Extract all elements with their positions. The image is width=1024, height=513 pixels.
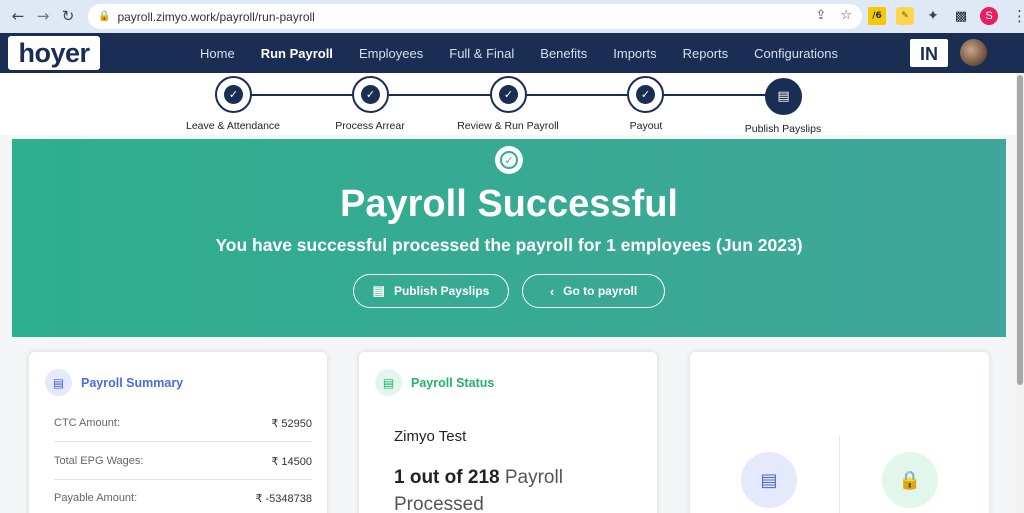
summary-value: ₹ 14500 [271, 456, 312, 468]
reload-icon[interactable]: ↻ [57, 5, 79, 27]
summary-label: Payable Amount: [54, 492, 138, 504]
step-publish-payslips[interactable]: ▤ [765, 78, 802, 115]
success-check-icon: ✓ [495, 146, 523, 174]
forward-arrow-icon[interactable]: → [32, 5, 54, 27]
payroll-summary-card: ▤ Payroll Summary CTC Amount: ₹ 52950 To… [29, 352, 327, 513]
nav-employees[interactable]: Employees [359, 46, 423, 61]
extension-note-icon[interactable]: ✎ [896, 7, 914, 25]
bookmark-star-icon[interactable]: ☆ [840, 8, 852, 23]
payroll-status-card: ▤ Payroll Status Zimyo Test 1 out of 218… [359, 352, 657, 513]
back-arrow-icon[interactable]: ← [7, 5, 29, 27]
extension-icon[interactable]: /6 [868, 7, 886, 25]
share-icon[interactable]: ⇪ [815, 8, 826, 23]
card-title: Payroll Summary [81, 375, 184, 390]
banner-title: Payroll Successful [340, 183, 678, 225]
nav-full-final[interactable]: Full & Final [449, 46, 514, 61]
scrollbar-thumb[interactable] [1017, 75, 1023, 385]
processed-count: 1 out of 218 Payroll Processed [394, 465, 614, 513]
country-flag-icon[interactable]: IN [910, 39, 948, 67]
step-review-run-payroll[interactable]: ✓ [490, 76, 527, 113]
card-title: Payroll Status [411, 375, 495, 390]
step-connector [663, 94, 767, 96]
step-connector [388, 94, 492, 96]
document-icon[interactable]: ▤ [741, 452, 797, 508]
publish-payslips-button[interactable]: ▤ Publish Payslips [353, 274, 509, 308]
lock-icon: 🔒 [98, 11, 111, 22]
check-icon: ✓ [499, 85, 518, 104]
profile-avatar[interactable]: S [980, 7, 998, 25]
summary-row: Payable Amount: ₹ -5348738 [54, 492, 312, 505]
divider [54, 479, 312, 480]
step-label: Leave & Attendance [186, 120, 280, 132]
summary-label: Total EPG Wages: [54, 455, 144, 467]
page-scrollbar[interactable] [1016, 73, 1024, 513]
step-label: Publish Payslips [744, 123, 822, 135]
success-banner: ✓ Payroll Successful You have successful… [12, 139, 1006, 337]
address-bar[interactable]: 🔒 payroll.zimyo.work/payroll/run-payroll… [88, 4, 862, 29]
organization-name: Zimyo Test [394, 428, 467, 445]
step-connector [526, 94, 630, 96]
lock-icon[interactable]: 🔒 [882, 452, 938, 508]
payslip-icon: ▤ [372, 283, 385, 298]
step-payout[interactable]: ✓ [627, 76, 664, 113]
nav-imports[interactable]: Imports [613, 46, 656, 61]
nav-benefits[interactable]: Benefits [540, 46, 587, 61]
browser-menu-icon[interactable]: ⋮ [1012, 7, 1024, 25]
check-icon: ✓ [361, 85, 380, 104]
step-leave-attendance[interactable]: ✓ [215, 76, 252, 113]
summary-document-icon: ▤ [45, 369, 72, 396]
chevron-left-icon: ‹ [549, 283, 555, 299]
nav-run-payroll[interactable]: Run Payroll [261, 46, 333, 61]
step-label: Process Arrear [335, 120, 405, 132]
nav-configurations[interactable]: Configurations [754, 46, 838, 61]
user-avatar[interactable] [960, 39, 987, 66]
banner-subtitle: You have successful processed the payrol… [215, 235, 803, 255]
check-icon: ✓ [224, 85, 243, 104]
nav-reports[interactable]: Reports [683, 46, 729, 61]
payroll-stepper: ✓ ✓ ✓ ✓ ▤ Leave & Attendance Process Arr… [0, 73, 1016, 135]
step-label: Review & Run Payroll [457, 120, 559, 132]
go-to-payroll-label: Go to payroll [563, 284, 638, 298]
processed-count-value: 1 out of 218 [394, 467, 500, 488]
status-document-icon: ▤ [375, 369, 402, 396]
publish-payslips-label: Publish Payslips [393, 284, 490, 298]
browser-toolbar: ← → ↻ 🔒 payroll.zimyo.work/payroll/run-p… [0, 0, 1024, 33]
divider [839, 436, 840, 513]
app-header: hoyer Home Run Payroll Employees Full & … [0, 33, 1024, 73]
nav-home[interactable]: Home [200, 46, 235, 61]
app-logo[interactable]: hoyer [8, 36, 100, 70]
puzzle-extensions-icon[interactable]: ✦ [924, 7, 942, 25]
summary-label: CTC Amount: [54, 417, 121, 429]
go-to-payroll-button[interactable]: ‹ Go to payroll [522, 274, 665, 308]
side-panel-icon[interactable]: ▩ [952, 7, 970, 25]
divider [54, 441, 312, 442]
step-process-arrear[interactable]: ✓ [352, 76, 389, 113]
main-nav: Home Run Payroll Employees Full & Final … [200, 33, 864, 73]
payslip-icon: ▤ [777, 89, 790, 104]
summary-value: ₹ -5348738 [255, 493, 312, 505]
summary-row: Total EPG Wages: ₹ 14500 [54, 455, 312, 468]
step-label: Payout [629, 120, 663, 132]
url-text[interactable]: payroll.zimyo.work/payroll/run-payroll [117, 10, 314, 24]
summary-value: ₹ 52950 [271, 418, 312, 430]
actions-card: ▤ 🔒 [690, 352, 989, 513]
step-connector [251, 94, 355, 96]
summary-row: CTC Amount: ₹ 52950 [54, 417, 312, 430]
check-icon: ✓ [636, 85, 655, 104]
